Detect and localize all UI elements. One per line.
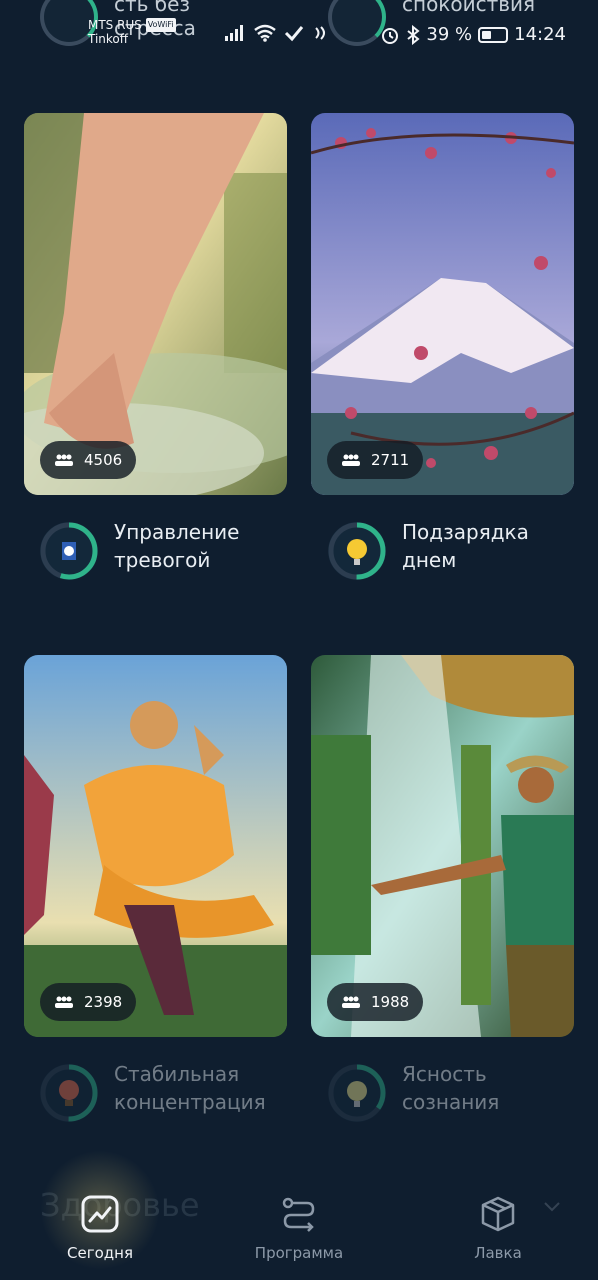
vowifi-badge: VoWiFi — [145, 18, 176, 32]
people-icon — [342, 454, 360, 466]
card-recharge[interactable]: 2711 — [311, 113, 574, 495]
progress-ring-icon — [328, 522, 386, 580]
card-title: Управление тревогой — [114, 520, 240, 572]
tab-today[interactable]: Сегодня — [35, 1194, 165, 1262]
card-anxiety[interactable]: 4506 — [24, 113, 287, 495]
alarm-icon — [382, 27, 399, 44]
route-icon — [282, 1197, 315, 1232]
card-clarity[interactable]: 1988 — [311, 655, 574, 1037]
tab-shop[interactable]: Лавка — [433, 1194, 563, 1262]
clock: 14:24 — [514, 24, 566, 45]
tab-label: Лавка — [474, 1244, 522, 1262]
signal-icon — [225, 25, 243, 41]
card-title: Ясность сознания — [402, 1062, 500, 1114]
card-image-monk — [24, 655, 287, 1037]
carrier-name-2: Tinkoff — [88, 32, 129, 46]
listeners-count: 1988 — [371, 993, 410, 1011]
card-info-recharge[interactable]: Подзарядка днем — [328, 520, 572, 580]
card-info-anxiety[interactable]: Управление тревогой — [40, 520, 284, 580]
listeners-badge: 2398 — [40, 983, 137, 1021]
progress-ring-icon — [328, 1064, 386, 1122]
nfc-icon — [315, 26, 325, 40]
people-icon — [55, 454, 73, 466]
people-icon — [342, 996, 360, 1008]
wifi-icon — [254, 24, 276, 42]
card-image-explorer — [311, 655, 574, 1037]
progress-ring-icon — [40, 522, 98, 580]
bottom-navigation: Здоровье Сегодня Программа Лавка — [0, 1150, 598, 1280]
listeners-count: 4506 — [84, 451, 123, 469]
box-icon — [481, 1196, 515, 1232]
status-bar: MTS RUS VoWiFi Tinkoff 39 % 14:24 — [0, 0, 598, 62]
listeners-badge: 4506 — [40, 441, 137, 479]
tab-label: Сегодня — [67, 1244, 133, 1262]
check-icon — [284, 26, 304, 42]
listeners-badge: 2711 — [327, 441, 424, 479]
people-icon — [55, 996, 73, 1008]
tab-program[interactable]: Программа — [234, 1194, 364, 1262]
bluetooth-icon — [407, 24, 420, 45]
card-info-clarity[interactable]: Ясность сознания — [328, 1062, 572, 1122]
battery-icon — [478, 26, 509, 43]
status-icons — [224, 24, 330, 42]
listeners-count: 2711 — [371, 451, 410, 469]
carrier-name: MTS RUS — [88, 18, 142, 32]
card-image-mountain — [311, 113, 574, 495]
status-right: 39 % 14:24 — [380, 24, 566, 45]
card-image-foot — [24, 113, 287, 495]
tab-label: Программа — [254, 1244, 344, 1262]
card-title: Стабильная концентрация — [114, 1062, 266, 1114]
card-info-concentration[interactable]: Стабильная концентрация — [40, 1062, 284, 1122]
battery-percent: 39 % — [426, 24, 473, 45]
card-title: Подзарядка днем — [402, 520, 529, 572]
chart-icon — [81, 1195, 119, 1233]
listeners-count: 2398 — [84, 993, 123, 1011]
card-concentration[interactable]: 2398 — [24, 655, 287, 1037]
listeners-badge: 1988 — [327, 983, 424, 1021]
progress-ring-icon — [40, 1064, 98, 1122]
carrier-info: MTS RUS VoWiFi Tinkoff — [88, 18, 176, 46]
